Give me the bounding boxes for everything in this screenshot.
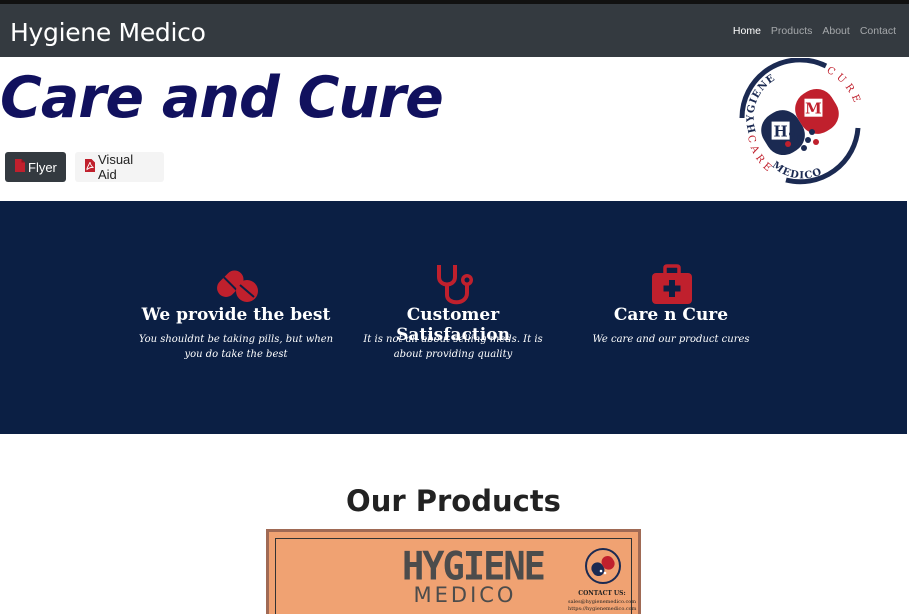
nav-about[interactable]: About <box>822 25 849 37</box>
medkit-icon <box>651 263 693 307</box>
visual-aid-button[interactable]: Visual Aid <box>75 152 164 182</box>
product-logo-icon <box>584 547 622 585</box>
pills-icon <box>216 263 258 307</box>
file-pdf-icon <box>85 159 95 175</box>
flyer-button[interactable]: Flyer <box>5 152 66 182</box>
nav-products[interactable]: Products <box>771 25 812 37</box>
nav-links: Home Products About Contact <box>733 25 896 37</box>
hero-title: Care and Cure <box>0 65 444 131</box>
product-card[interactable]: HYGIENE MEDICO CONTACT US: sales@hygiene… <box>266 529 641 614</box>
visual-aid-label: Visual Aid <box>98 152 134 182</box>
feature-text: You shouldnt be taking pills, but when y… <box>138 334 334 360</box>
stethoscope-icon <box>433 263 475 307</box>
feature-title: Care n Cure <box>613 305 729 325</box>
svg-text:MEDICO: MEDICO <box>770 160 824 182</box>
flyer-label: Flyer <box>28 159 57 175</box>
product-card-inner: HYGIENE MEDICO CONTACT US: sales@hygiene… <box>275 538 636 614</box>
nav-home[interactable]: Home <box>733 25 761 37</box>
navbar: Hygiene Medico Home Products About Conta… <box>0 4 909 57</box>
feature-text: It is not all about selling meds. It is … <box>363 334 543 360</box>
nav-contact[interactable]: Contact <box>860 25 896 37</box>
product-contact-title: CONTACT US: <box>578 590 626 597</box>
feature-text: We care and our product cures <box>592 334 750 345</box>
svg-text:H: H <box>774 123 788 141</box>
product-sub: MEDICO <box>413 583 517 607</box>
feature-title: We provide the best <box>141 305 331 325</box>
brand-link[interactable]: Hygiene Medico <box>10 18 206 47</box>
hygiene-medico-logo: H M HYGIENE MEDICO CARE CURE <box>734 57 864 186</box>
svg-text:M: M <box>805 100 822 118</box>
product-contact-email: sales@hygienemedico.com <box>568 599 637 605</box>
products-heading: Our Products <box>346 484 561 518</box>
product-contact-web: https://hygienemedico.com <box>568 606 637 612</box>
file-pdf-icon <box>15 159 25 175</box>
features-section: We provide the best You shouldnt be taki… <box>0 201 907 434</box>
